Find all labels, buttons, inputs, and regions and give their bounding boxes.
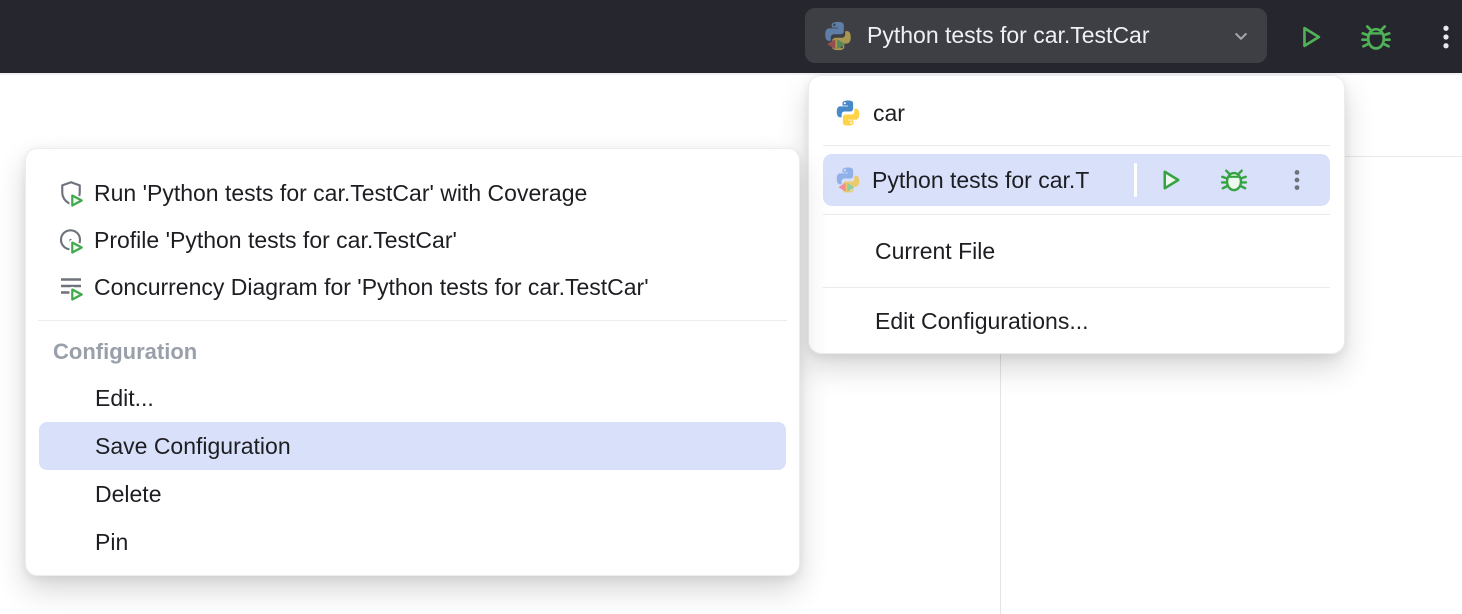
section-title-configuration: Configuration — [26, 330, 799, 374]
more-options-button[interactable] — [1430, 19, 1462, 55]
edit-configurations-item[interactable]: Edit Configurations... — [809, 296, 1344, 346]
text-cursor — [1134, 163, 1137, 197]
run-config-label: Python tests for car.TestCar — [867, 22, 1229, 49]
run-action-button[interactable] — [1154, 165, 1184, 195]
run-context-menu: Run 'Python tests for car.TestCar' with … — [25, 148, 800, 576]
menu-item-pin[interactable]: Pin — [26, 518, 799, 566]
menu-item-label: Concurrency Diagram for 'Python tests fo… — [94, 274, 649, 301]
menu-item-label: Run 'Python tests for car.TestCar' with … — [94, 180, 587, 207]
python-icon — [833, 98, 863, 128]
menu-item-delete[interactable]: Delete — [26, 470, 799, 518]
python-tests-icon — [833, 165, 863, 195]
menu-item-profile[interactable]: Profile 'Python tests for car.TestCar' — [26, 217, 799, 264]
run-play-icon — [1293, 21, 1325, 53]
debug-bug-icon — [1358, 19, 1394, 55]
item-more-button[interactable] — [1284, 167, 1310, 193]
run-config-item-label: car — [873, 100, 905, 127]
run-config-item-label: Edit Configurations... — [875, 308, 1089, 335]
menu-item-run-with-coverage[interactable]: Run 'Python tests for car.TestCar' with … — [26, 170, 799, 217]
run-button[interactable] — [1291, 19, 1327, 55]
run-config-item-label: Current File — [875, 238, 995, 265]
debug-action-button[interactable] — [1218, 164, 1250, 196]
more-vertical-icon — [1284, 167, 1310, 193]
menu-item-label: Pin — [95, 529, 128, 556]
run-config-popup: car Python tests for car.T — [808, 75, 1345, 354]
separator — [823, 214, 1330, 215]
chevron-down-icon — [1229, 24, 1253, 48]
screen: Python tests for car.TestCar — [0, 0, 1462, 614]
concurrency-run-icon — [56, 273, 86, 303]
menu-item-label: Profile 'Python tests for car.TestCar' — [94, 227, 457, 254]
main-toolbar: Python tests for car.TestCar — [0, 0, 1462, 73]
row-actions — [1154, 164, 1310, 196]
separator — [38, 320, 787, 321]
run-config-selector[interactable]: Python tests for car.TestCar — [805, 8, 1267, 63]
run-play-icon — [1154, 165, 1184, 195]
run-config-item-python-tests[interactable]: Python tests for car.T — [823, 154, 1330, 206]
menu-item-save-configuration[interactable]: Save Configuration — [39, 422, 786, 470]
menu-item-concurrency-diagram[interactable]: Concurrency Diagram for 'Python tests fo… — [26, 264, 799, 311]
menu-item-label: Delete — [95, 481, 161, 508]
run-config-item-current-file[interactable]: Current File — [809, 223, 1344, 279]
coverage-run-icon — [56, 179, 86, 209]
separator — [823, 145, 1330, 146]
python-tests-icon — [821, 19, 855, 53]
profiler-run-icon — [56, 226, 86, 256]
run-config-item-label: Python tests for car.T — [872, 167, 1124, 194]
run-config-item-car[interactable]: car — [809, 89, 1344, 137]
menu-item-edit[interactable]: Edit... — [26, 374, 799, 422]
separator — [823, 287, 1330, 288]
debug-bug-icon — [1218, 164, 1250, 196]
menu-item-label: Edit... — [95, 385, 154, 412]
debug-button[interactable] — [1357, 18, 1395, 56]
menu-item-label: Save Configuration — [95, 433, 291, 460]
more-vertical-icon — [1431, 22, 1461, 52]
